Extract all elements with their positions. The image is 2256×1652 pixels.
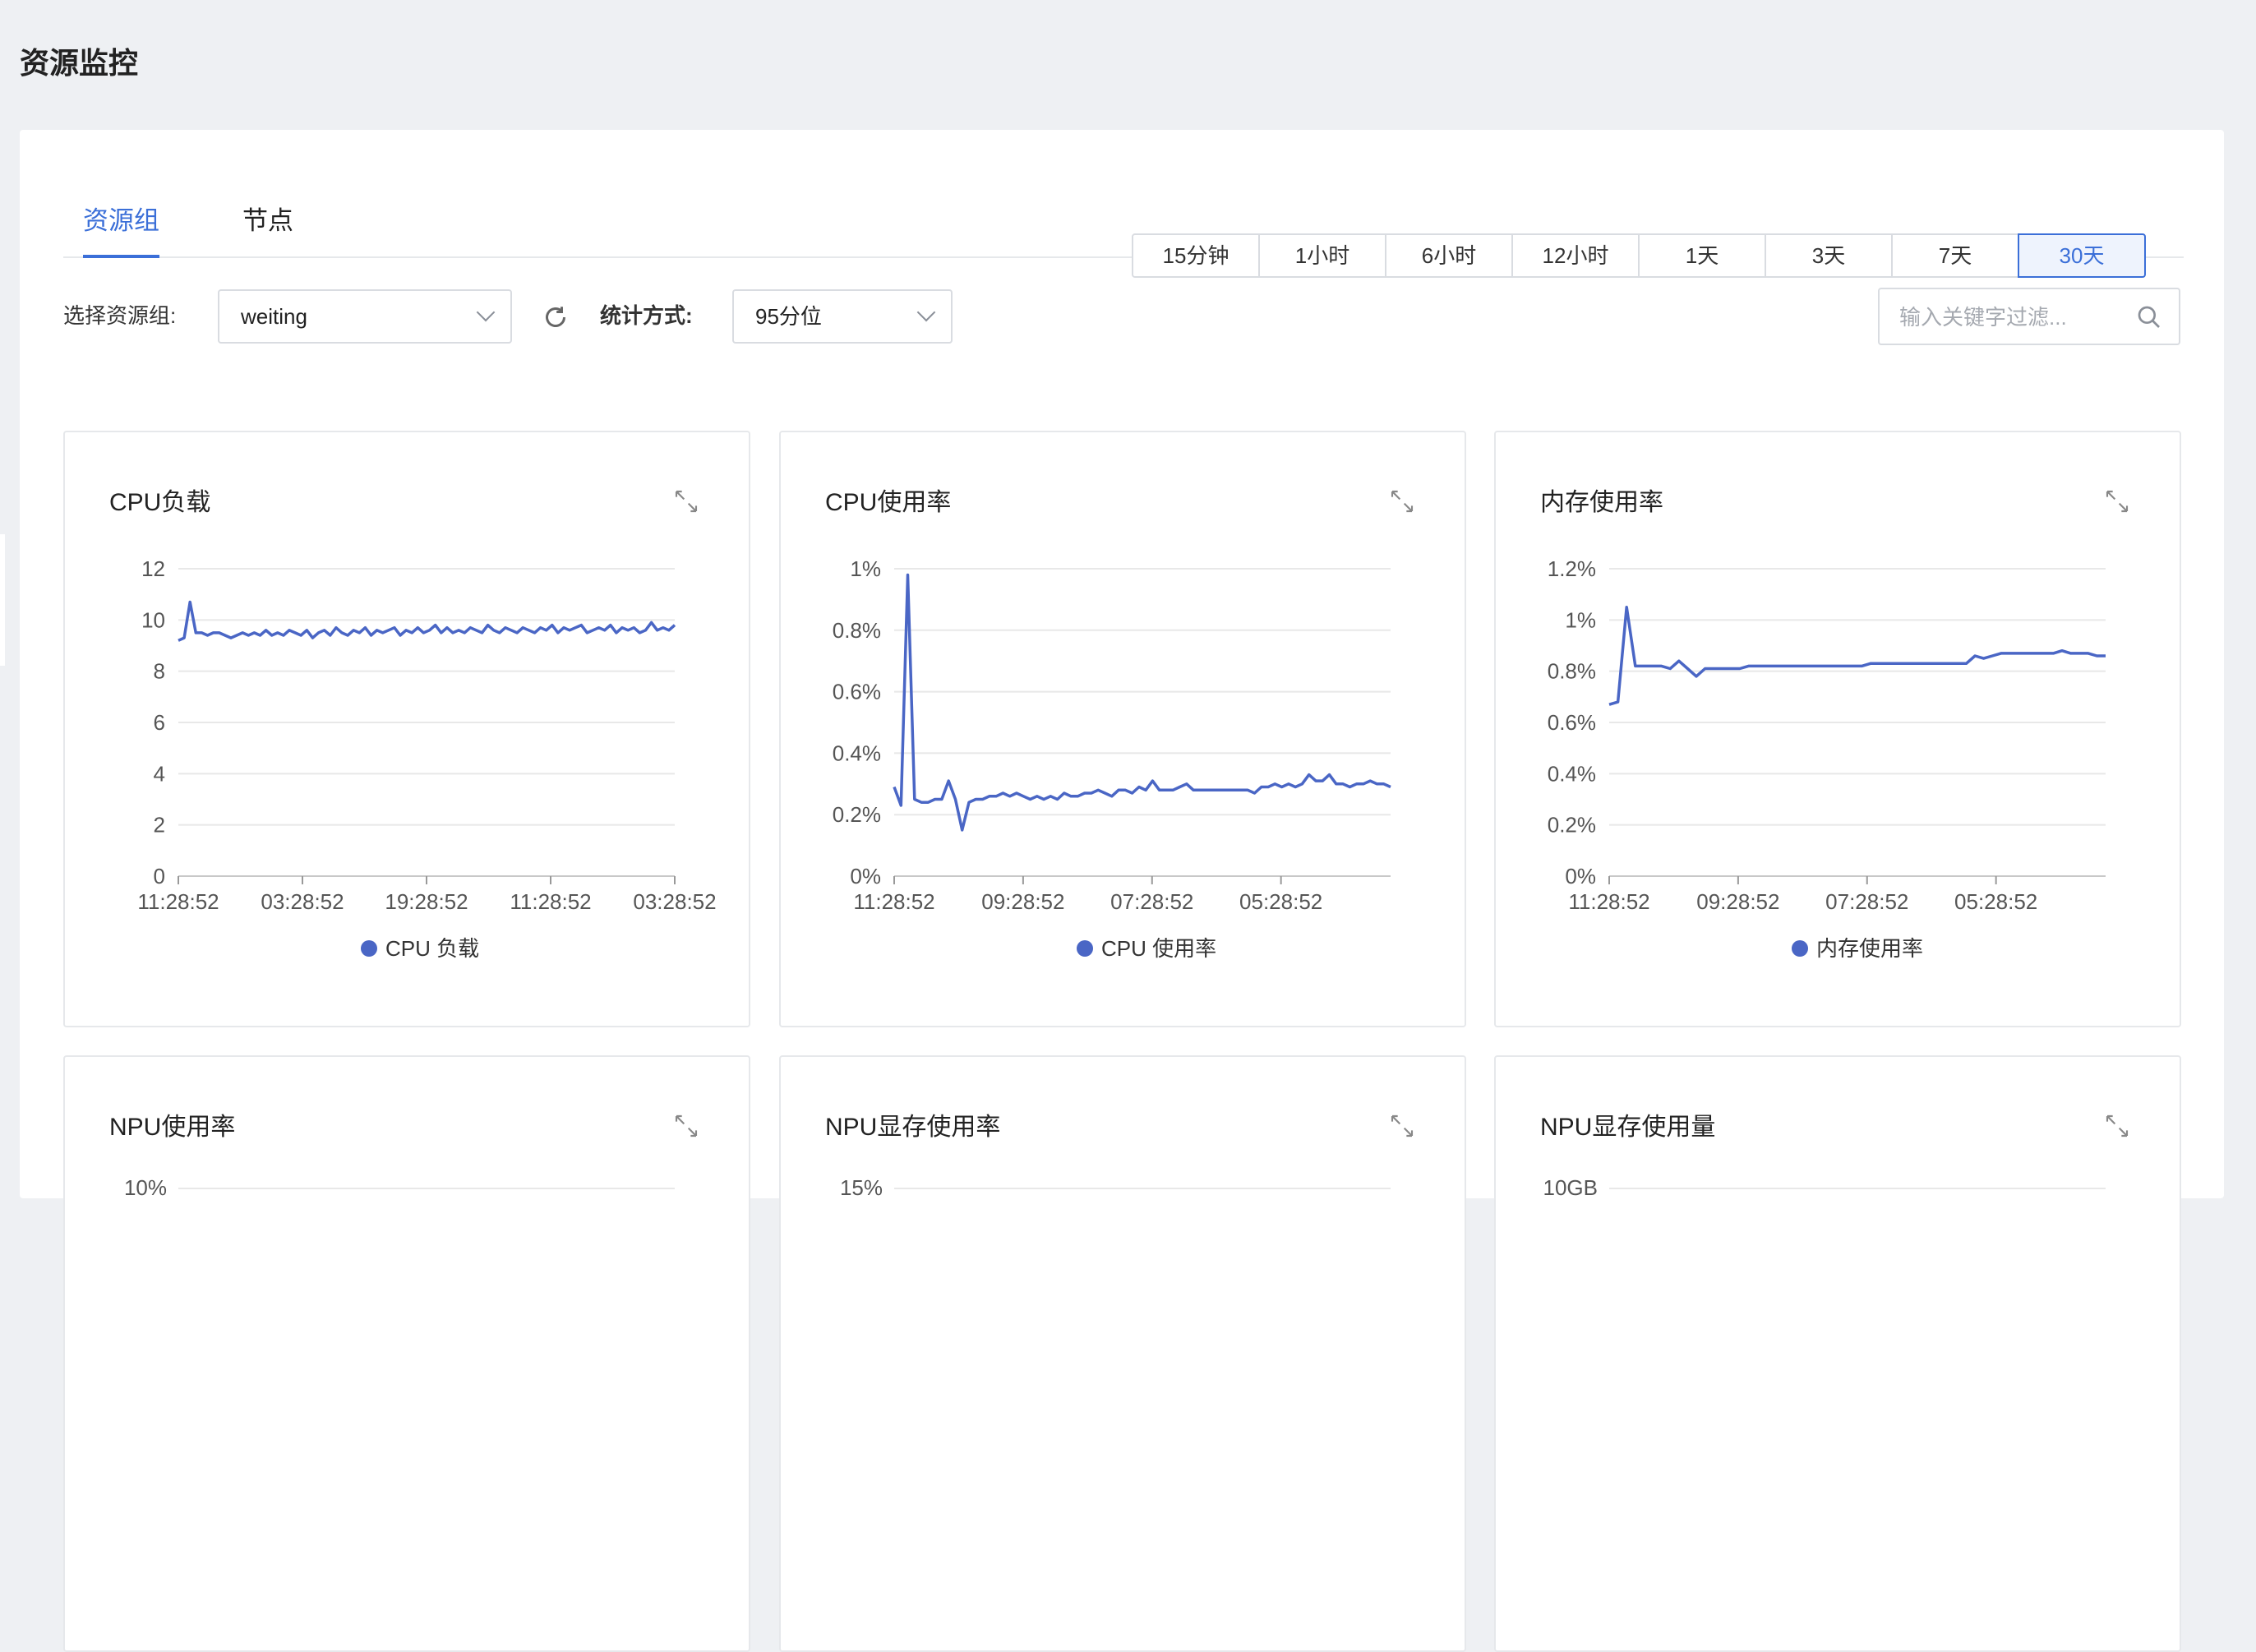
time-range-selector: 15分钟 1小时 6小时 12小时 1天 3天 7天 30天 (1132, 233, 2146, 278)
y-tick-label: 0% (1565, 864, 1596, 888)
x-tick-label: 09:28:52 (1696, 889, 1779, 914)
legend-marker (1077, 940, 1093, 957)
time-range-1h[interactable]: 1小时 (1258, 233, 1386, 278)
search-icon[interactable] (2136, 304, 2162, 330)
chart-plot: 0 2 4 6 8 10 12 11:28:52 03:28:52 19:28:52 11:28:5… (137, 556, 716, 961)
x-tick-label: 09:28:52 (981, 889, 1064, 914)
tab-resource-group[interactable]: 资源组 (83, 197, 159, 258)
group-select[interactable]: weiting (218, 289, 512, 344)
y-tick-label: 0.6% (1548, 710, 1596, 735)
chart-plot: 0% 0.2% 0.4% 0.6% 0.8% 1% 1.2% 11:28:52 09:28:52… (1548, 556, 2106, 961)
series-line (1608, 605, 2106, 706)
stat-mode-label: 统计方式: (600, 303, 693, 328)
tab-node[interactable]: 节点 (242, 197, 293, 256)
chart-card-npu-mem-usage-rate: NPU显存使用率 15% (779, 1055, 1466, 1652)
time-range-1d[interactable]: 1天 (1638, 233, 1766, 278)
time-range-15min[interactable]: 15分钟 (1132, 233, 1260, 278)
y-tick-label: 0.8% (1548, 659, 1596, 684)
y-tick-label: 1% (850, 556, 881, 581)
y-tick-label: 2 (154, 813, 165, 838)
y-tick-label: 15% (840, 1175, 883, 1200)
chart-plot-partial: 10% (124, 1175, 675, 1200)
x-tick-label: 19:28:52 (385, 889, 468, 914)
group-select-label: 选择资源组: (63, 303, 177, 328)
x-tick-label: 11:28:52 (510, 889, 591, 914)
y-tick-label: 6 (154, 710, 165, 735)
chart-plot: 0% 0.2% 0.4% 0.6% 0.8% 1% 11:28:52 09:28:52 07:2… (833, 556, 1391, 961)
chart-card-cpu-load: CPU负载 0 2 4 6 8 10 12 11:28:52 03:28:52 19:28:52 1… (63, 431, 750, 1027)
chevron-down-icon (476, 302, 496, 322)
y-tick-label: 1.2% (1548, 556, 1596, 581)
x-tick-label: 07:28:52 (1825, 889, 1908, 914)
legend-marker (361, 940, 377, 957)
time-range-6h[interactable]: 6小时 (1385, 233, 1513, 278)
x-tick-label: 11:28:52 (137, 889, 219, 914)
chart-plot-partial: 10GB (1543, 1175, 2106, 1200)
x-tick-label: 03:28:52 (261, 889, 344, 914)
legend-marker (1792, 940, 1808, 957)
series-line (178, 600, 676, 642)
y-tick-label: 0% (850, 864, 881, 888)
time-range-12h[interactable]: 12小时 (1511, 233, 1640, 278)
x-tick-label: 07:28:52 (1110, 889, 1193, 914)
y-tick-label: 12 (141, 556, 165, 581)
y-tick-label: 0.2% (833, 802, 881, 827)
stat-mode-value: 95分位 (755, 304, 822, 329)
y-tick-label: 10% (124, 1175, 167, 1200)
y-tick-label: 0.2% (1548, 813, 1596, 838)
chart-card-npu-mem-used: NPU显存使用量 10GB (1494, 1055, 2181, 1652)
y-tick-label: 1% (1565, 607, 1596, 632)
x-tick-label: 05:28:52 (1239, 889, 1322, 914)
y-tick-label: 0.4% (833, 741, 881, 765)
chevron-down-icon (916, 302, 936, 322)
y-tick-label: 10 (141, 607, 165, 632)
chart-card-memory-usage: 内存使用率 0% 0.2% 0.4% 0.6% 0.8% 1% 1.2% 11:28:52 09… (1494, 431, 2181, 1027)
y-tick-label: 0 (154, 864, 165, 888)
refresh-icon[interactable] (541, 302, 570, 332)
group-select-value: weiting (241, 304, 307, 329)
time-range-3d[interactable]: 3天 (1765, 233, 1893, 278)
chart-plot-partial: 15% (840, 1175, 1391, 1200)
filter-search[interactable] (1878, 288, 2180, 345)
y-tick-label: 4 (154, 761, 165, 786)
page-title: 资源监控 (20, 46, 139, 80)
search-input[interactable] (1898, 298, 2148, 337)
x-tick-label: 05:28:52 (1954, 889, 2037, 914)
legend-label: CPU 使用率 (1101, 936, 1216, 961)
y-tick-label: 8 (154, 659, 165, 684)
y-tick-label: 0.6% (833, 680, 881, 704)
legend-label: CPU 负载 (385, 936, 479, 961)
series-line (893, 573, 1391, 832)
y-tick-label: 10GB (1543, 1175, 1599, 1200)
time-range-7d[interactable]: 7天 (1891, 233, 2019, 278)
x-tick-label: 11:28:52 (1568, 889, 1649, 914)
x-tick-label: 03:28:52 (633, 889, 716, 914)
chart-card-npu-usage: NPU使用率 10% (63, 1055, 750, 1652)
y-tick-label: 0.4% (1548, 761, 1596, 786)
time-range-30d[interactable]: 30天 (2018, 233, 2146, 278)
y-tick-label: 0.8% (833, 618, 881, 643)
stat-mode-select[interactable]: 95分位 (732, 289, 953, 344)
side-edge-marker (0, 534, 5, 666)
chart-card-cpu-usage: CPU使用率 0% 0.2% 0.4% 0.6% 0.8% 1% 11:28:52 09:28… (779, 431, 1466, 1027)
x-tick-label: 11:28:52 (853, 889, 934, 914)
legend-label: 内存使用率 (1816, 936, 1923, 961)
